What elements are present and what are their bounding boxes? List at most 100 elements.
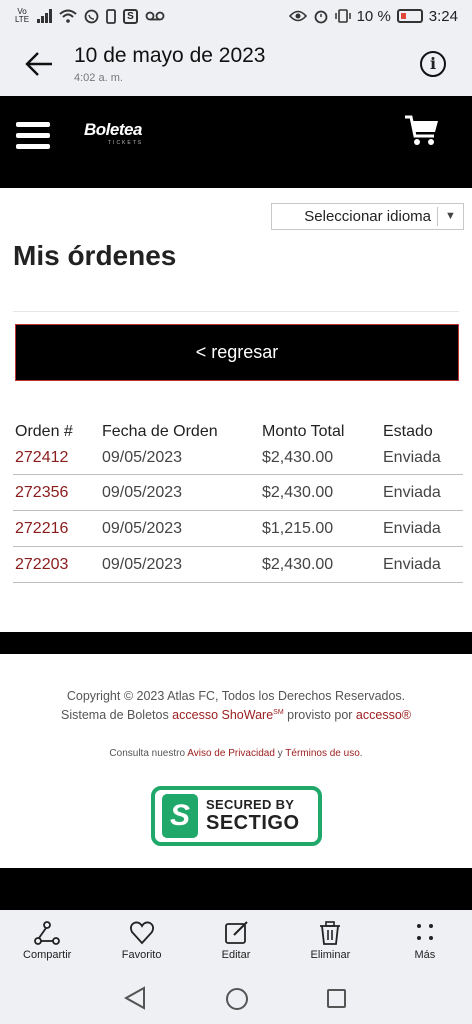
battery-percent: 10 % [356, 7, 391, 25]
trash-icon [320, 921, 341, 945]
delete-label: Eliminar [310, 949, 351, 961]
order-link[interactable]: 272216 [13, 520, 102, 538]
system-prefix: Sistema de Boletos [61, 708, 173, 722]
table-row: 272412 09/05/2023 $2,430.00 Enviada [13, 441, 463, 475]
share-label: Compartir [23, 949, 72, 961]
privacy-suffix: . [359, 748, 363, 759]
phone-icon [106, 8, 116, 24]
favorite-label: Favorito [121, 949, 162, 961]
eye-icon [288, 10, 307, 22]
edit-label: Editar [221, 949, 251, 961]
vibrate-icon [334, 9, 351, 23]
order-status: Enviada [383, 448, 441, 466]
site-header: Boletea TICKETS [0, 96, 472, 188]
table-row: 272356 09/05/2023 $2,430.00 Enviada [13, 475, 463, 511]
status-bar: Vo LTE S 10 % 3:24 [0, 0, 472, 32]
battery-icon [396, 9, 423, 23]
whatsapp-icon [84, 9, 99, 23]
viewer-action-bar: Compartir Favorito Editar Eliminar Más [0, 910, 472, 972]
menu-icon[interactable] [16, 122, 50, 150]
orders-header-row: Orden # Fecha de Orden Monto Total Estad… [13, 413, 463, 441]
accesso-link[interactable]: accesso® [356, 708, 411, 722]
header-status: Estado [383, 423, 433, 440]
heart-icon [129, 921, 154, 945]
share-icon [34, 921, 61, 945]
more-dots-icon [416, 924, 433, 940]
table-row: 272216 09/05/2023 $1,215.00 Enviada [13, 511, 463, 547]
privacy-link[interactable]: Aviso de Privacidad [187, 748, 275, 759]
language-select-label: Seleccionar idioma [304, 208, 431, 225]
system-credit: Sistema de Boletos accesso ShoWareSM pro… [0, 708, 472, 722]
copyright-text: Copyright © 2023 Atlas FC, Todos los Der… [66, 689, 406, 703]
order-amount: $2,430.00 [262, 555, 334, 573]
order-status: Enviada [383, 519, 441, 537]
s-app-icon: S [123, 8, 138, 24]
showare-link[interactable]: accesso ShoWareSM [172, 708, 283, 722]
sectigo-line1: SECURED BY [206, 797, 295, 812]
sectigo-seal[interactable]: S SECURED BY SECTIGO [151, 786, 322, 846]
table-row: 272203 09/05/2023 $2,430.00 Enviada [13, 547, 463, 583]
header-order: Orden # [15, 423, 73, 440]
volte-indicator: Vo LTE [14, 7, 30, 24]
viewer-time: 4:02 a. m. [74, 72, 123, 84]
clock: 3:24 [428, 7, 458, 25]
delete-button[interactable]: Eliminar [283, 910, 377, 972]
site-footer: Copyright © 2023 Atlas FC, Todos los Der… [0, 654, 472, 868]
share-button[interactable]: Compartir [0, 910, 94, 972]
header-amount: Monto Total [262, 423, 345, 440]
edit-icon [225, 921, 248, 944]
info-icon[interactable]: i [420, 51, 446, 77]
privacy-line: Consulta nuestro Aviso de Privacidad y T… [0, 748, 472, 759]
order-date: 09/05/2023 [102, 519, 183, 537]
logo-subtext: TICKETS [108, 140, 144, 146]
cart-icon[interactable] [404, 114, 440, 148]
viewer-title-bar: 10 de mayo de 2023 4:02 a. m. i [0, 32, 472, 96]
alarm-icon [314, 10, 327, 24]
voicemail-icon [145, 11, 165, 21]
nav-recent-icon[interactable] [327, 989, 346, 1008]
sectigo-logo-icon: S [162, 794, 198, 838]
order-date: 09/05/2023 [102, 483, 183, 501]
dropdown-arrow-icon: ▼ [437, 207, 463, 226]
page-title: Mis órdenes [13, 240, 177, 271]
back-button[interactable]: < regresar [15, 324, 459, 381]
orders-table: Orden # Fecha de Orden Monto Total Estad… [13, 413, 463, 583]
edit-button[interactable]: Editar [189, 910, 283, 972]
language-select[interactable]: Seleccionar idioma ▼ [271, 203, 464, 230]
nav-back-icon[interactable] [124, 986, 146, 1010]
order-status: Enviada [383, 555, 441, 573]
wifi-icon [59, 9, 77, 23]
footer-band-bottom [0, 868, 472, 910]
order-date: 09/05/2023 [102, 555, 183, 573]
divider [13, 311, 459, 312]
showare-link-text: accesso ShoWare [172, 708, 274, 722]
status-left: Vo LTE S [14, 8, 165, 24]
back-arrow-icon[interactable] [24, 50, 54, 78]
privacy-mid: y [274, 748, 286, 759]
order-amount: $2,430.00 [262, 483, 334, 501]
service-mark: SM [273, 708, 284, 716]
sectigo-text: SECURED BY SECTIGO [206, 797, 300, 835]
footer-band-top [0, 632, 472, 654]
logo-text: Boletea [84, 120, 142, 139]
order-status: Enviada [383, 483, 441, 501]
order-link[interactable]: 272203 [13, 556, 102, 574]
order-amount: $1,215.00 [262, 519, 334, 537]
viewer-date: 10 de mayo de 2023 [74, 44, 266, 67]
sectigo-line2: SECTIGO [206, 812, 300, 834]
order-link[interactable]: 272356 [13, 484, 102, 502]
privacy-prefix: Consulta nuestro [109, 748, 188, 759]
order-link[interactable]: 272412 [13, 449, 102, 467]
order-date: 09/05/2023 [102, 448, 183, 466]
system-mid: provisto por [283, 708, 356, 722]
more-button[interactable]: Más [378, 910, 472, 972]
order-amount: $2,430.00 [262, 448, 334, 466]
terms-link[interactable]: Términos de uso [285, 748, 359, 759]
system-nav-bar [0, 972, 472, 1024]
boletea-logo[interactable]: Boletea TICKETS [78, 118, 158, 146]
favorite-button[interactable]: Favorito [94, 910, 188, 972]
header-date: Fecha de Orden [102, 423, 218, 440]
signal-icon [37, 9, 52, 23]
nav-home-icon[interactable] [226, 988, 248, 1010]
status-right: 10 % 3:24 [288, 7, 458, 25]
